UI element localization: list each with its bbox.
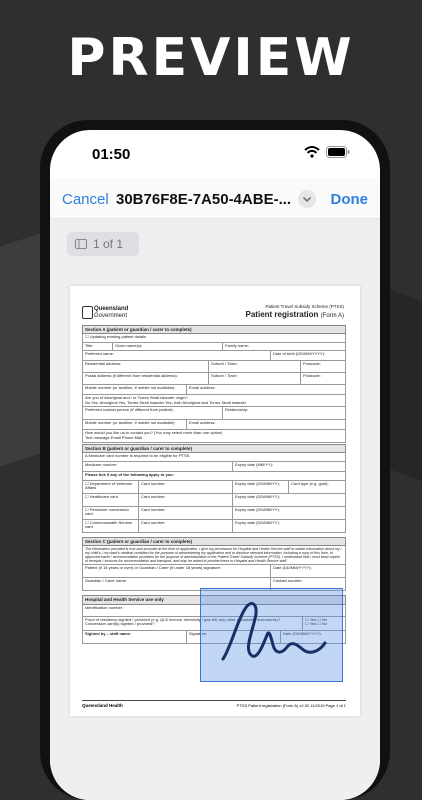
headline: PREVIEW (67, 28, 355, 88)
postcode-field: Postcode: (303, 361, 321, 367)
contact-person-field: Preferred contact person (if different f… (83, 407, 223, 420)
org-logo: Queensland Government (94, 306, 128, 319)
relationship-field: Relationship: (225, 407, 249, 413)
org-line1: Queensland (94, 306, 129, 312)
pensioner-label: ☐ Pensioner concession card (83, 506, 139, 519)
pensioner-text: Pensioner concession card (85, 506, 129, 517)
contact-mobile-row: Mobile number (or landline, if mobile no… (82, 420, 346, 431)
title-field: Title: (83, 343, 113, 351)
healthcare-row: ☐ Healthcare card Card number: Expiry da… (82, 493, 346, 507)
phone-screen: 01:50 Cancel 30B76F8E-7A50-4ABE-... Done… (50, 130, 380, 800)
healthcare-card-field: Card number: (139, 493, 233, 506)
aboriginal-options: No Yes, Aboriginal Yes, Torres Strait Is… (85, 399, 247, 405)
section-c-header: Section C (patient or guardian / carer t… (82, 536, 346, 546)
postal-postcode-field: Postcode: (303, 373, 321, 379)
org-line2: Government (94, 312, 128, 319)
suburb-field: Suburb / Town: (209, 361, 301, 373)
contact-email-field: Email address: (189, 420, 216, 426)
healthcare-label: ☐ Healthcare card (83, 493, 139, 506)
page-indicator-label: 1 of 1 (93, 237, 124, 251)
healthcare-expiry-field: Expiry date (DD/MM/YY): (235, 493, 280, 499)
seniors-expiry-field: Expiry date (DD/MM/YY): (235, 519, 280, 525)
postal-field: Postal address (if different from reside… (83, 373, 209, 385)
status-time: 01:50 (92, 146, 131, 163)
residential-field: Residential address: (83, 361, 209, 373)
dva-label: ☐ Department of Veterans Affairs (83, 480, 139, 493)
dva-row: ☐ Department of Veterans Affairs Card nu… (82, 480, 346, 494)
residential-row: Residential address: Suburb / Town: Post… (82, 361, 346, 374)
title-menu-button[interactable] (298, 190, 316, 208)
medicare-expiry-field: Expiry date (MM/YY): (235, 461, 274, 467)
updating-option: ☐ Updating existing patient details (82, 334, 346, 344)
done-button[interactable]: Done (331, 191, 369, 208)
dva-text: Department of Veterans Affairs (85, 480, 132, 491)
postal-row: Postal address (if different from reside… (82, 373, 346, 386)
mobile-field: Mobile number (or landline, if mobile no… (83, 385, 187, 395)
section-b-header: Section B (patient or guardian / carer t… (82, 443, 346, 453)
seniors-label: ☐ Commonwealth Seniors card (83, 519, 139, 532)
aboriginal-question: Are you of Aboriginal and / or Torres St… (82, 395, 346, 408)
seniors-row: ☐ Commonwealth Seniors card Card number:… (82, 519, 346, 533)
name-row: Title: Given name(s): Family name: (82, 343, 346, 352)
seniors-text: Commonwealth Seniors card (85, 519, 133, 530)
pensioner-card-field: Card number: (139, 506, 233, 519)
contact-mobile-field: Mobile number (or landline, if mobile no… (83, 420, 187, 430)
sighted-by-field: Sighted by – staff name: (83, 630, 187, 643)
dob-field: Date of birth (DD/MM/YYYY): (273, 351, 326, 357)
contact-options: Text message Email Phone Mail (85, 434, 142, 440)
status-bar: 01:50 (50, 130, 380, 174)
document-title[interactable]: 30B76F8E-7A50-4ABE-... (116, 191, 296, 208)
cancel-button[interactable]: Cancel (62, 191, 109, 208)
seniors-card-field: Card number: (139, 519, 233, 532)
scheme-name: Patient Travel Subsidy Scheme (PTSS) (265, 304, 344, 309)
mobile-row: Mobile number (or landline, if mobile no… (82, 385, 346, 396)
form-title: Patient registration (Form A) (246, 310, 344, 320)
signature-stroke (221, 602, 327, 661)
pensioner-expiry-field: Expiry date (DD/MM/YY): (235, 506, 280, 512)
document-page: Queensland Government Patient Travel Sub… (70, 286, 360, 716)
wifi-icon (304, 146, 320, 158)
signature-date-field: Date (DD/MM/YYYY): (273, 565, 312, 571)
given-names-field: Given name(s): (113, 343, 223, 351)
pensioner-row: ☐ Pensioner concession card Card number:… (82, 506, 346, 520)
updating-label: Updating existing patient details (89, 334, 147, 340)
medicare-note: A Medicare card number is required to be… (82, 452, 346, 462)
preferred-row: Preferred name: Date of birth (DD/MM/YYY… (82, 351, 346, 362)
healthcare-text: Healthcare card (89, 493, 118, 499)
sidebar-icon (75, 239, 87, 249)
declaration-text: The information provided is true and acc… (82, 545, 346, 566)
tick-note: Please tick if any of the following appl… (82, 471, 346, 481)
form-title-suffix: (Form A) (320, 313, 344, 319)
status-icons (304, 146, 350, 158)
crest-icon (82, 306, 93, 319)
document-viewer[interactable]: 1 of 1 Queensland Government Patient Tra… (50, 219, 380, 800)
page-indicator[interactable]: 1 of 1 (67, 232, 139, 256)
contact-method: How would you like us to contact you? (Y… (82, 430, 346, 443)
footer-org: Queensland Health (82, 703, 123, 708)
chevron-down-icon (302, 196, 312, 203)
dva-card-field: Card number: (139, 480, 233, 493)
postal-suburb-field: Suburb / Town: (209, 373, 301, 385)
preferred-name-field: Preferred name: (83, 351, 271, 361)
patient-signature-row: Patient (if 18 years or over) or Guardia… (82, 565, 346, 579)
patient-signature-field: Patient (if 18 years or over) or Guardia… (83, 565, 271, 578)
section-a-header: Section A (patient or guardian / carer t… (82, 325, 346, 335)
form-header: Queensland Government Patient Travel Sub… (82, 304, 346, 324)
form-title-text: Patient registration (245, 310, 319, 319)
form-footer: Queensland Health PTSS Patient registrat… (82, 700, 346, 708)
medicare-field: Medicare number: (83, 461, 233, 471)
navigation-bar: Cancel 30B76F8E-7A50-4ABE-... Done (50, 178, 380, 219)
dva-expiry-field: Expiry date (DD/MM/YY): (233, 480, 289, 493)
battery-icon (326, 146, 350, 158)
signature-annotation[interactable] (200, 588, 343, 682)
dva-type-field: Card type (e.g. gold): (291, 480, 329, 486)
footer-meta: PTSS Patient registration (Form A) v2.00… (236, 703, 346, 708)
contact-person-row: Preferred contact person (if different f… (82, 407, 346, 421)
family-name-field: Family name: (225, 343, 250, 349)
email-field: Email address: (189, 385, 216, 391)
medicare-row: Medicare number: Expiry date (MM/YY): (82, 461, 346, 472)
phone-frame: 01:50 Cancel 30B76F8E-7A50-4ABE-... Done… (40, 120, 390, 800)
